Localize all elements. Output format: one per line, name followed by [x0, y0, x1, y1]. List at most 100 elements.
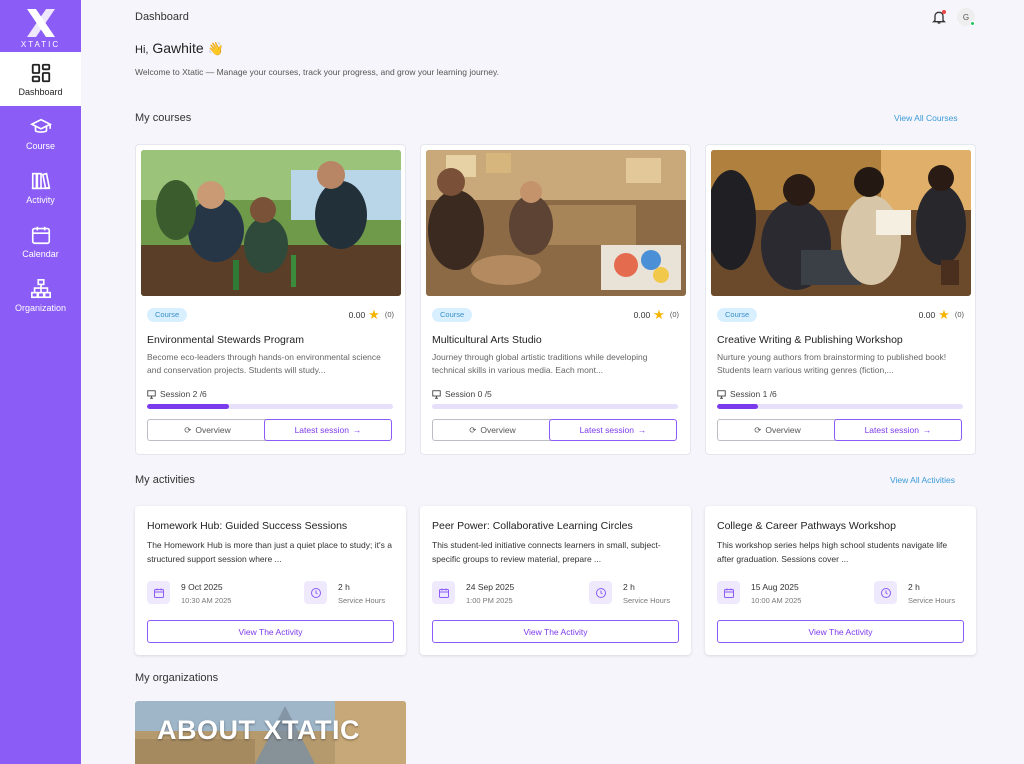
course-progress-bar	[717, 404, 963, 409]
course-description: Become eco-leaders through hands-on envi…	[147, 352, 381, 375]
course-rating: 0.00 ★ (0)	[349, 308, 394, 321]
view-activity-button[interactable]: View The Activity	[432, 620, 679, 643]
latest-session-label: Latest session	[579, 425, 634, 435]
activity-description: The Homework Hub is more than just a qui…	[147, 540, 392, 564]
course-tag: Course	[717, 308, 758, 322]
rating-value: 0.00	[633, 309, 651, 320]
course-image	[141, 150, 401, 296]
activity-date: 9 Oct 2025	[181, 582, 223, 592]
latest-session-button[interactable]: Latest session →	[264, 419, 392, 441]
course-rating: 0.00 ★ (0)	[634, 308, 679, 321]
rating-value: 0.00	[348, 309, 366, 320]
presentation-icon	[717, 389, 726, 399]
calendar-icon	[31, 226, 50, 244]
course-rating: 0.00 ★ (0)	[919, 308, 964, 321]
activity-hours-label: Service Hours	[338, 596, 386, 605]
session-text: Session 2 /6	[160, 389, 207, 399]
activity-title: Peer Power: Collaborative Learning Circl…	[432, 520, 633, 532]
sidebar-item-label: Dashboard	[18, 86, 63, 97]
activity-date: 15 Aug 2025	[751, 582, 799, 592]
books-icon	[31, 172, 50, 189]
course-progress-bar	[147, 404, 393, 409]
rating-count: (0)	[954, 310, 964, 319]
activity-time: 10:00 AM 2025	[751, 596, 802, 605]
course-image	[711, 150, 971, 296]
activity-time: 10:30 AM 2025	[181, 596, 232, 605]
calendar-icon	[717, 581, 740, 604]
organization-banner-text: ABOUT XTATIC	[157, 715, 360, 745]
overview-label: Overview	[195, 425, 231, 435]
refresh-icon: ⟳	[184, 424, 192, 435]
dashboard-icon	[31, 63, 50, 82]
overview-label: Overview	[765, 425, 801, 435]
progress-fill	[147, 404, 229, 409]
activity-hours: 2 h	[623, 582, 635, 592]
latest-session-button[interactable]: Latest session →	[834, 419, 962, 441]
course-image	[426, 150, 686, 296]
welcome-text: Welcome to Xtatic — Manage your courses,…	[135, 67, 499, 77]
calendar-icon	[432, 581, 455, 604]
waving-hand-icon: 👋	[207, 41, 224, 56]
presentation-icon	[432, 389, 441, 399]
overview-label: Overview	[480, 425, 516, 435]
sidebar-item-calendar[interactable]: Calendar	[0, 214, 81, 268]
sidebar-item-label: Calendar	[22, 248, 59, 259]
greeting-hi: Hi,	[135, 44, 149, 56]
sidebar-item-dashboard[interactable]: Dashboard	[0, 52, 81, 106]
greeting-name: Gawhite	[152, 40, 204, 56]
view-activity-button[interactable]: View The Activity	[717, 620, 964, 643]
presentation-icon	[147, 389, 156, 399]
xtatic-logo-icon	[26, 9, 55, 37]
course-card[interactable]: Course 0.00 ★ (0) Multicultural Arts Stu…	[420, 144, 691, 455]
sidebar-item-organization[interactable]: Organization	[0, 268, 81, 322]
activity-title: College & Career Pathways Workshop	[717, 520, 896, 532]
clock-icon	[304, 581, 327, 604]
rating-count: (0)	[669, 310, 679, 319]
star-icon: ★	[368, 307, 380, 322]
sidebar-item-course[interactable]: Course	[0, 106, 81, 160]
star-icon: ★	[653, 307, 665, 322]
activity-hours: 2 h	[338, 582, 350, 592]
rating-value: 0.00	[918, 309, 936, 320]
greeting: Hi, Gawhite 👋	[135, 40, 224, 57]
activity-description: This workshop series helps high school s…	[717, 540, 948, 564]
organization-card[interactable]: ABOUT XTATIC	[135, 701, 406, 764]
arrow-right-icon: →	[637, 425, 647, 435]
sidebar-item-label: Organization	[14, 302, 67, 313]
online-status-dot	[970, 21, 975, 26]
progress-fill	[717, 404, 759, 409]
calendar-icon	[147, 581, 170, 604]
activity-hours: 2 h	[908, 582, 920, 592]
course-name: Creative Writing & Publishing Workshop	[717, 334, 903, 346]
view-all-courses-link[interactable]: View All Courses	[894, 113, 958, 123]
course-description: Journey through global artistic traditio…	[432, 352, 648, 375]
arrow-right-icon: →	[352, 425, 362, 435]
overview-button[interactable]: ⟳ Overview	[147, 419, 268, 441]
view-activity-button[interactable]: View The Activity	[147, 620, 394, 643]
activity-card: Homework Hub: Guided Success Sessions Th…	[135, 506, 406, 655]
course-card[interactable]: Course 0.00 ★ (0) Creative Writing & Pub…	[705, 144, 976, 455]
course-tag: Course	[432, 308, 473, 322]
logo[interactable]: XTATIC	[0, 0, 81, 52]
sidebar-item-label: Activity	[26, 194, 55, 205]
activity-hours-label: Service Hours	[623, 596, 671, 605]
overview-button[interactable]: ⟳ Overview	[432, 419, 553, 441]
organizations-section-title: My organizations	[135, 672, 219, 684]
activity-date: 24 Sep 2025	[466, 582, 515, 592]
course-progress-bar	[432, 404, 678, 409]
main-content: Dashboard G Hi, Gawhite 👋 Welcome to Xta…	[81, 0, 1024, 764]
courses-section-title: My courses	[135, 112, 192, 124]
latest-session-label: Latest session	[864, 425, 919, 435]
view-all-activities-link[interactable]: View All Activities	[890, 475, 955, 485]
latest-session-button[interactable]: Latest session →	[549, 419, 677, 441]
session-text: Session 0 /5	[445, 389, 492, 399]
sidebar-item-activity[interactable]: Activity	[0, 160, 81, 214]
overview-button[interactable]: ⟳ Overview	[717, 419, 838, 441]
page-title: Dashboard	[135, 11, 189, 23]
arrow-right-icon: →	[922, 425, 932, 435]
course-tag: Course	[147, 308, 188, 322]
course-card[interactable]: Course 0.00 ★ (0) Environmental Stewards…	[135, 144, 406, 455]
sidebar: XTATIC Dashboard Course Activity Calenda…	[0, 0, 81, 764]
org-chart-icon	[30, 278, 51, 298]
course-session: Session 2 /6	[147, 389, 207, 399]
